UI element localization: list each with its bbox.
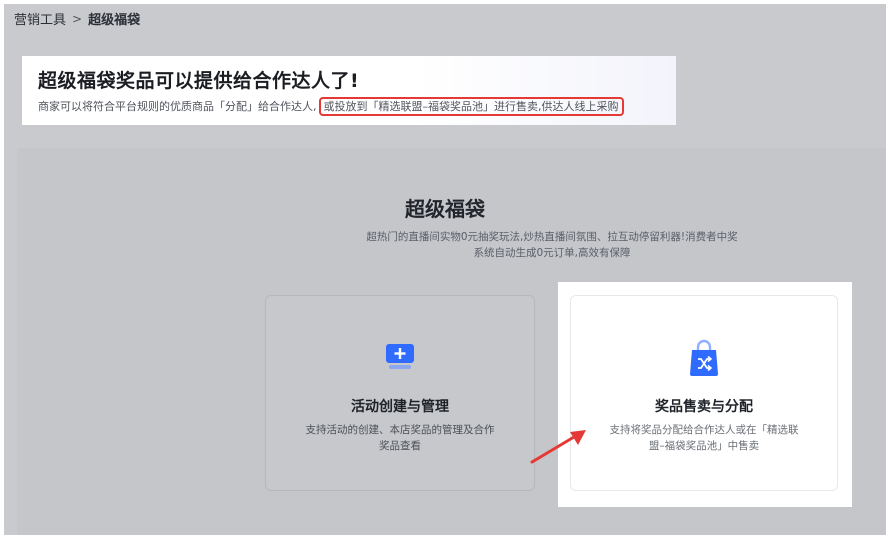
breadcrumb-current: 超级福袋 xyxy=(88,13,141,28)
product-title: 超级福袋 xyxy=(405,197,485,221)
card-desc-line1: 支持将奖品分配给合作达人或在「精选联 xyxy=(609,424,799,436)
banner-desc-text: 商家可以将符合平台规则的优质商品「分配」给合作达人, xyxy=(38,100,317,113)
red-arrow-icon xyxy=(528,428,590,472)
card-desc-line1: 支持活动的创建、本店奖品的管理及合作 xyxy=(305,424,495,436)
product-desc-line2: 系统自动生成0元订单,高效有保障 xyxy=(473,247,631,259)
product-desc-line1: 超热门的直播间实物0元抽奖玩法,炒热直播间氛围、拉互动停留利器!消费者中奖 xyxy=(366,231,738,243)
banner-desc-highlight: 或投放到「精选联盟–福袋奖品池」进行售卖,供达人线上采购 xyxy=(318,97,624,116)
breadcrumb-separator: > xyxy=(72,11,83,26)
monitor-plus-icon xyxy=(383,338,417,376)
banner-description: 商家可以将符合平台规则的优质商品「分配」给合作达人, 或投放到「精选联盟–福袋奖品… xyxy=(38,97,624,116)
announcement-banner: 超级福袋奖品可以提供给合作达人了! 商家可以将符合平台规则的优质商品「分配」给合… xyxy=(22,56,676,125)
banner-title: 超级福袋奖品可以提供给合作达人了! xyxy=(38,70,360,92)
shopping-bag-shuffle-icon xyxy=(687,338,721,382)
breadcrumb: 营销工具 > 超级福袋 xyxy=(14,9,141,29)
card-prize-sales[interactable]: 奖品售卖与分配 支持将奖品分配给合作达人或在「精选联 盟–福袋奖品池」中售卖 xyxy=(570,295,838,491)
card-description: 支持将奖品分配给合作达人或在「精选联 盟–福袋奖品池」中售卖 xyxy=(601,422,807,454)
card-desc-line2: 盟–福袋奖品池」中售卖 xyxy=(648,440,760,452)
card-description: 支持活动的创建、本店奖品的管理及合作 奖品查看 xyxy=(296,422,504,454)
breadcrumb-parent[interactable]: 营销工具 xyxy=(14,9,66,28)
card-title: 奖品售卖与分配 xyxy=(655,399,753,415)
product-description: 超热门的直播间实物0元抽奖玩法,炒热直播间氛围、拉互动停留利器!消费者中奖 系统… xyxy=(350,229,754,261)
card-desc-line2: 奖品查看 xyxy=(379,440,421,452)
card-title: 活动创建与管理 xyxy=(351,399,449,415)
card-activity-management[interactable]: 活动创建与管理 支持活动的创建、本店奖品的管理及合作 奖品查看 xyxy=(265,295,535,491)
